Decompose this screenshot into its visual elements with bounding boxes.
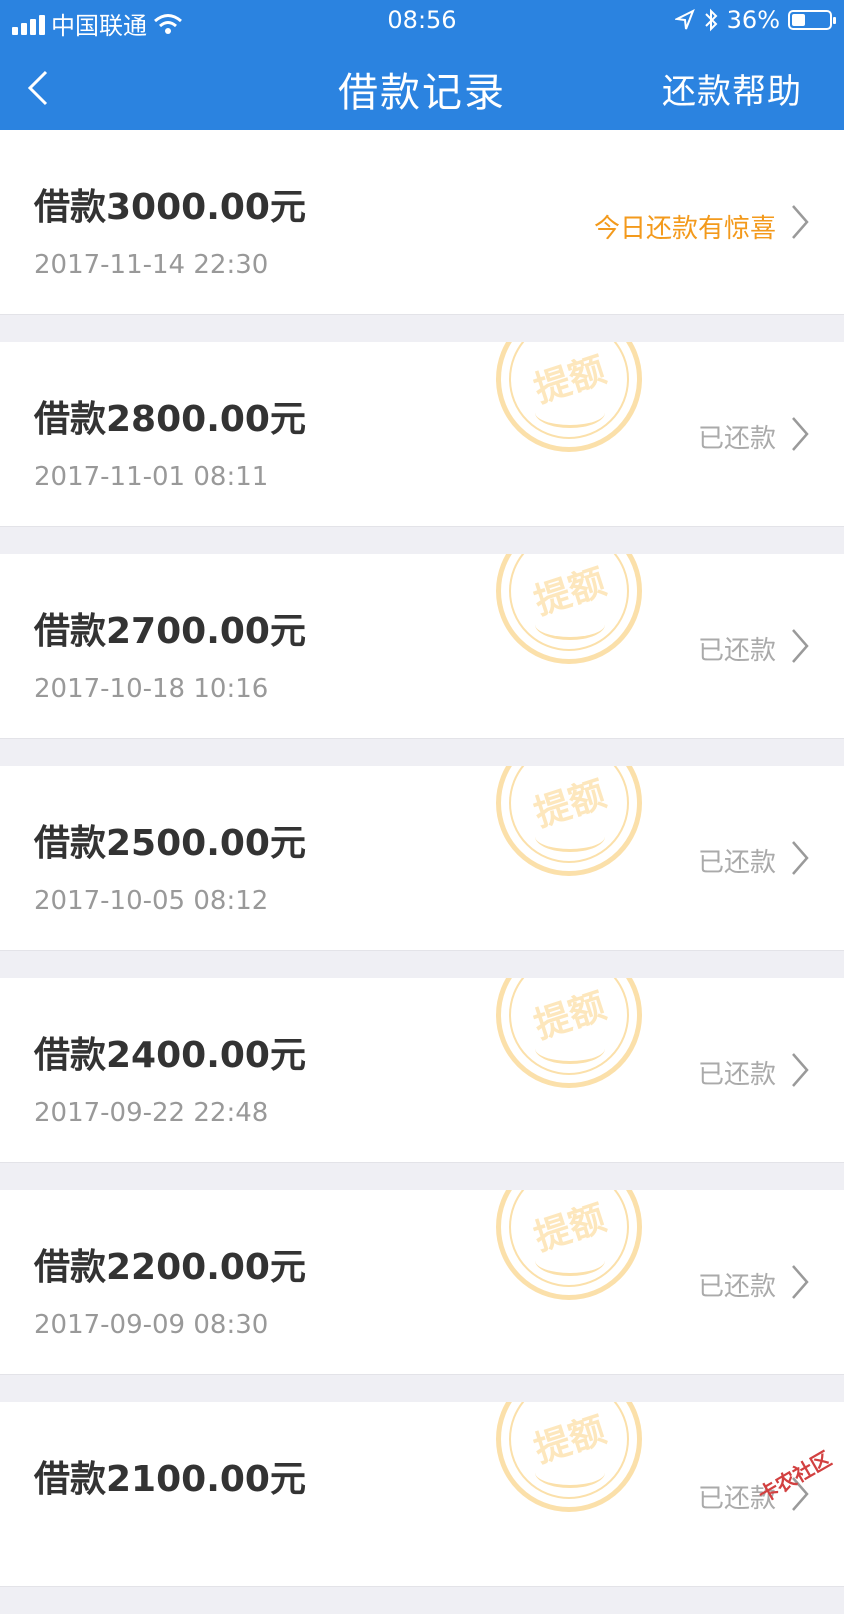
- bluetooth-icon: [704, 8, 718, 32]
- loan-status: 今日还款有惊喜: [593, 214, 776, 244]
- loan-amount: 借款2500.00元: [34, 823, 306, 864]
- loan-amount: 借款2100.00元: [34, 1459, 306, 1500]
- quota-stamp-icon: 提额: [496, 342, 642, 452]
- loan-status: 已还款: [697, 424, 776, 454]
- loan-amount: 借款2800.00元: [34, 399, 306, 440]
- chevron-right-icon: [792, 205, 809, 239]
- chevron-right-icon: [792, 1265, 809, 1299]
- chevron-right-icon: [792, 417, 809, 451]
- location-icon: [674, 9, 695, 30]
- loan-time: 2017-09-22 22:48: [34, 1098, 269, 1128]
- loan-record-row[interactable]: 提额借款2400.00元 2017-09-22 22:48 已还款: [0, 978, 844, 1163]
- battery-icon: [788, 10, 836, 30]
- battery-percent: 36%: [726, 6, 780, 34]
- loan-time: 2017-11-01 08:11: [34, 462, 269, 492]
- loan-list: 借款3000.00元 2017-11-14 22:30 今日还款有惊喜 提额 借款280…: [0, 130, 844, 1614]
- loan-time: 2017-09-09 08:30: [34, 1310, 269, 1340]
- loan-amount: 借款2200.00元: [34, 1247, 306, 1288]
- loan-amount: 借款2400.00元: [34, 1035, 306, 1076]
- loan-amount: 借款3000.00元: [34, 187, 306, 228]
- loan-record-row[interactable]: 提额借款2800.00元 2017-11-01 08:11 已还款: [0, 342, 844, 527]
- loan-status: 已还款: [697, 1060, 776, 1090]
- loan-record-row[interactable]: 借款3000.00元 2017-11-14 22:30 今日还款有惊喜: [0, 130, 844, 315]
- loan-record-row[interactable]: 提额借款2500.00元 2017-10-05 08:12 已还款: [0, 766, 844, 951]
- status-bar: 中国联通 08:56 36%: [0, 0, 844, 42]
- loan-status: 已还款: [697, 848, 776, 878]
- loan-status: 已还款: [697, 1272, 776, 1302]
- loan-time: 2017-10-05 08:12: [34, 886, 269, 916]
- chevron-right-icon: [792, 841, 809, 875]
- chevron-right-icon: [792, 1053, 809, 1087]
- loan-time: 2017-11-14 22:30: [34, 250, 269, 280]
- loan-status: 已还款: [697, 636, 776, 666]
- nav-bar: 借款记录 还款帮助: [0, 42, 844, 130]
- loan-record-row[interactable]: 提额借款2700.00元 2017-10-18 10:16 已还款: [0, 554, 844, 739]
- loan-record-row[interactable]: 提额借款2200.00元 2017-09-09 08:30 已还款: [0, 1190, 844, 1375]
- loan-record-row[interactable]: 提额 借款2100.00元 已还款: [0, 1402, 844, 1587]
- quota-stamp-icon: 提额: [496, 1402, 642, 1512]
- status-right: 36%: [674, 6, 836, 34]
- quota-stamp-icon: 提额: [496, 978, 642, 1088]
- quota-stamp-icon: 提额: [496, 554, 642, 664]
- help-button[interactable]: 还款帮助: [662, 64, 802, 113]
- loan-amount: 借款2700.00元: [34, 611, 306, 652]
- quota-stamp-icon: 提额: [496, 766, 642, 876]
- loan-time: 2017-10-18 10:16: [34, 674, 269, 704]
- quota-stamp-icon: 提额: [496, 1190, 642, 1300]
- chevron-right-icon: [792, 629, 809, 663]
